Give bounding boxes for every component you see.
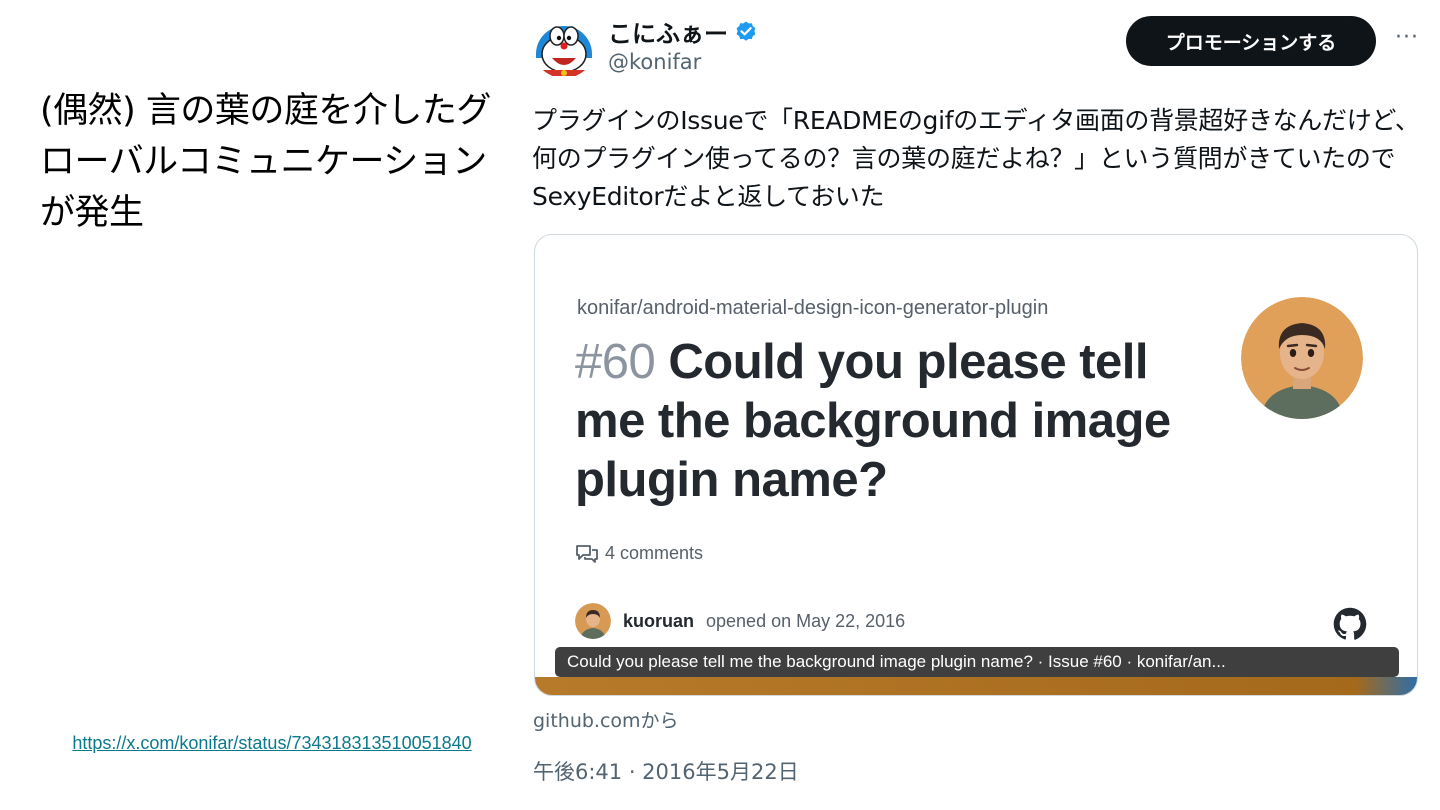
issue-title-text: Could you please tell me the background … <box>575 335 1171 507</box>
comments-count[interactable]: 4 comments <box>575 543 703 564</box>
opener-avatar-icon <box>575 603 611 639</box>
repo-path: konifar/android-material-design-icon-gen… <box>577 297 1049 319</box>
card-caption: Could you please tell me the background … <box>555 647 1399 677</box>
comments-label: 4 comments <box>605 543 704 563</box>
comment-icon <box>576 544 598 563</box>
more-icon[interactable]: ··· <box>1390 26 1424 56</box>
issue-title: #60 Could you please tell me the backgro… <box>575 333 1215 510</box>
opened-date: opened on May 22, 2016 <box>706 610 906 631</box>
promote-button[interactable]: プロモーションする <box>1126 16 1376 66</box>
source-link[interactable]: https://x.com/konifar/status/73431831351… <box>62 730 482 756</box>
doraemon-avatar-icon <box>532 14 596 78</box>
issue-author-avatar <box>1241 297 1363 419</box>
verified-badge-icon <box>736 21 756 41</box>
issue-opener: kuoruan opened on May 22, 2016 <box>575 603 905 639</box>
issue-number: #60 <box>575 335 656 389</box>
user-avatar[interactable] <box>532 14 596 78</box>
opener-name: kuoruan <box>623 610 695 631</box>
person-avatar-icon <box>1241 297 1363 419</box>
tweet-text: プラグインのIssueで「READMEのgifのエディタ画面の背景超好きなんだけ… <box>532 106 1420 211</box>
slide-heading: (偶然) 言の葉の庭を介したグローバルコミュニケーションが発生 <box>40 91 491 233</box>
card-bottom-bar <box>535 677 1417 695</box>
card-domain[interactable]: github.comから <box>533 706 679 733</box>
display-name[interactable]: こにふぁー <box>608 14 758 49</box>
opener-avatar <box>575 603 611 639</box>
user-handle[interactable]: @konifar <box>608 50 701 74</box>
tweet-timestamp[interactable]: 午後6:41 · 2016年5月22日 <box>533 756 799 786</box>
display-name-text: こにふぁー <box>608 20 728 48</box>
link-card[interactable]: konifar/android-material-design-icon-gen… <box>534 234 1418 696</box>
github-icon <box>1333 607 1367 640</box>
